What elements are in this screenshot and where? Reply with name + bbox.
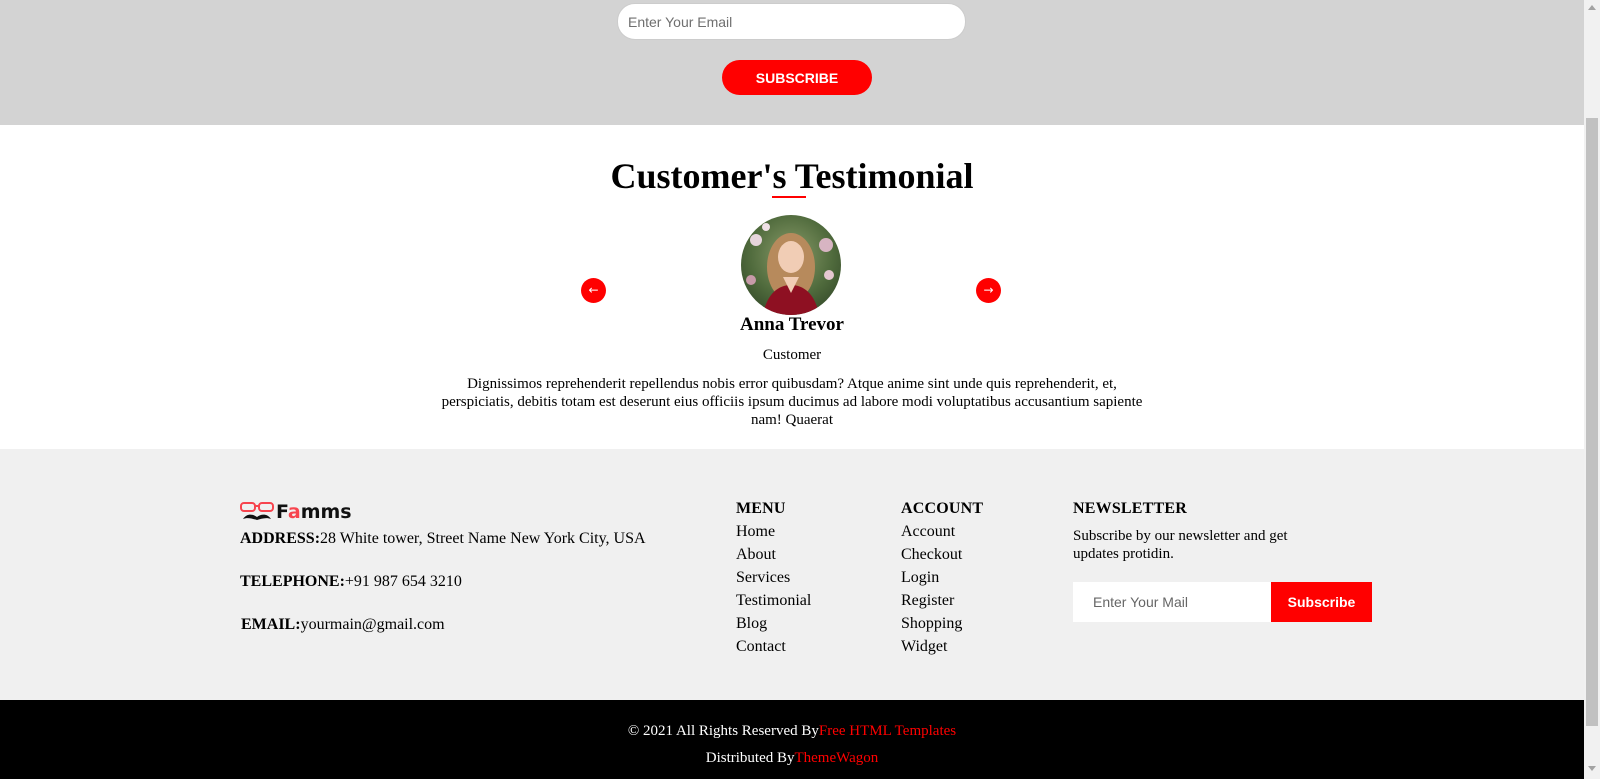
subscribe-button[interactable]: SUBSCRIBE: [722, 60, 872, 95]
glasses-mustache-icon: [240, 502, 274, 520]
scroll-up-arrow-icon[interactable]: [1588, 5, 1596, 10]
free-html-templates-link[interactable]: Free HTML Templates: [819, 723, 956, 739]
account-list: Account Checkout Login Register Shopping…: [901, 523, 962, 661]
scroll-down-arrow-icon[interactable]: [1588, 766, 1596, 771]
account-item-shopping[interactable]: Shopping: [901, 615, 962, 638]
email-info: EMAIL:yourmain@gmail.com: [241, 616, 445, 633]
scroll-thumb[interactable]: [1586, 118, 1598, 726]
account-item-login[interactable]: Login: [901, 569, 962, 592]
subscribe-email-input[interactable]: [617, 3, 966, 40]
menu-item-services[interactable]: Services: [736, 569, 811, 592]
newsletter-text: Subscribe by our newsletter and get upda…: [1073, 528, 1288, 562]
testimonial-section: Customer's Testimonial ← → Anna Trevor C…: [0, 125, 1584, 449]
prev-arrow-button[interactable]: ←: [581, 278, 606, 303]
account-item-checkout[interactable]: Checkout: [901, 546, 962, 569]
testimonial-title: Customer's Testimonial: [610, 156, 974, 196]
address-info: ADDRESS:28 White tower, Street Name New …: [240, 530, 646, 547]
customer-role: Customer: [762, 347, 822, 363]
account-item-register[interactable]: Register: [901, 592, 962, 615]
testimonial-quote: Dignissimos reprehenderit repellendus no…: [441, 376, 1143, 428]
menu-item-testimonial[interactable]: Testimonial: [736, 592, 811, 615]
footer: Famms ADDRESS:28 White tower, Street Nam…: [0, 449, 1584, 700]
newsletter-title: NEWSLETTER: [1073, 500, 1188, 517]
account-item-account[interactable]: Account: [901, 523, 962, 546]
menu-item-home[interactable]: Home: [736, 523, 811, 546]
menu-title: MENU: [736, 500, 786, 517]
menu-list: Home About Services Testimonial Blog Con…: [736, 523, 811, 661]
title-underline: [772, 196, 806, 198]
logo-text: Famms: [276, 501, 352, 523]
account-title: ACCOUNT: [901, 500, 984, 517]
customer-name: Anna Trevor: [740, 314, 844, 335]
account-item-widget[interactable]: Widget: [901, 638, 962, 661]
newsletter-email-input[interactable]: [1073, 582, 1271, 622]
next-arrow-button[interactable]: →: [976, 278, 1001, 303]
newsletter-subscribe-button[interactable]: Subscribe: [1271, 582, 1372, 622]
telephone-info: TELEPHONE:+91 987 654 3210: [240, 573, 462, 590]
distributed-line: Distributed ByThemeWagon: [705, 750, 879, 766]
menu-item-about[interactable]: About: [736, 546, 811, 569]
menu-item-contact[interactable]: Contact: [736, 638, 811, 661]
famms-logo[interactable]: Famms: [240, 501, 352, 523]
subscribe-section: SUBSCRIBE: [0, 0, 1584, 125]
copyright-line: © 2021 All Rights Reserved ByFree HTML T…: [627, 723, 957, 739]
page-scrollbar[interactable]: [1584, 0, 1600, 779]
customer-avatar: [741, 215, 841, 315]
copyright-bar: © 2021 All Rights Reserved ByFree HTML T…: [0, 700, 1584, 779]
themewagon-link[interactable]: ThemeWagon: [794, 750, 878, 766]
menu-item-blog[interactable]: Blog: [736, 615, 811, 638]
